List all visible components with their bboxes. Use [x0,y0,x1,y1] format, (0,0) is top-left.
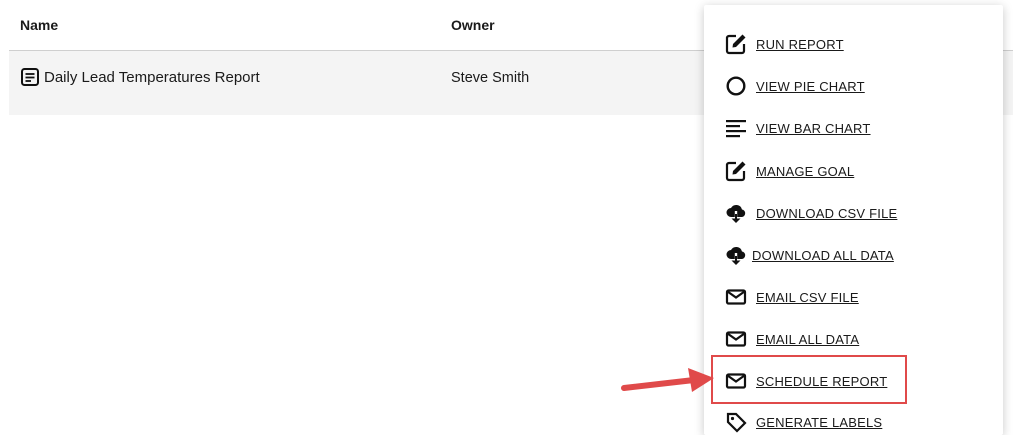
menu-item-generate-labels[interactable]: GENERATE LABELS [724,410,882,434]
menu-item-label: DOWNLOAD ALL DATA [752,247,894,263]
mail-icon [724,285,748,309]
schedule-report-highlight-box [711,355,907,404]
menu-item-label: EMAIL ALL DATA [756,331,860,347]
circle-icon [724,74,748,98]
document-icon [20,67,40,87]
menu-item-label: RUN REPORT [756,36,844,52]
menu-item-label: MANAGE GOAL [756,163,855,179]
menu-item-download-all-data[interactable]: DOWNLOAD ALL DATA [724,243,894,267]
menu-item-label: GENERATE LABELS [756,414,883,430]
bars-icon [724,116,748,140]
report-name[interactable]: Daily Lead Temperatures Report [44,69,260,86]
edit-icon [724,32,748,56]
menu-item-label: EMAIL CSV FILE [756,289,859,305]
menu-item-view-pie-chart[interactable]: VIEW PIE CHART [724,74,865,98]
column-header-name[interactable]: Name [20,17,58,33]
menu-item-email-csv-file[interactable]: EMAIL CSV FILE [724,285,859,309]
column-header-owner[interactable]: Owner [451,17,495,33]
menu-item-email-all-data[interactable]: EMAIL ALL DATA [724,327,859,351]
menu-item-manage-goal[interactable]: MANAGE GOAL [724,159,854,183]
mail-icon [724,327,748,351]
report-name-cell[interactable]: Daily Lead Temperatures Report [20,67,260,87]
edit-icon [724,159,748,183]
menu-item-run-report[interactable]: RUN REPORT [724,32,844,56]
menu-item-label: DOWNLOAD CSV FILE [756,205,898,221]
cloud-download-icon [724,201,748,225]
pointer-arrow-icon [621,368,714,392]
report-owner: Steve Smith [451,70,530,86]
menu-item-label: VIEW PIE CHART [756,78,865,94]
cloud-download-icon [724,243,748,267]
menu-item-download-csv-file[interactable]: DOWNLOAD CSV FILE [724,201,897,225]
menu-item-label: VIEW BAR CHART [756,120,871,136]
menu-item-view-bar-chart[interactable]: VIEW BAR CHART [724,116,871,140]
tag-icon [724,410,748,434]
